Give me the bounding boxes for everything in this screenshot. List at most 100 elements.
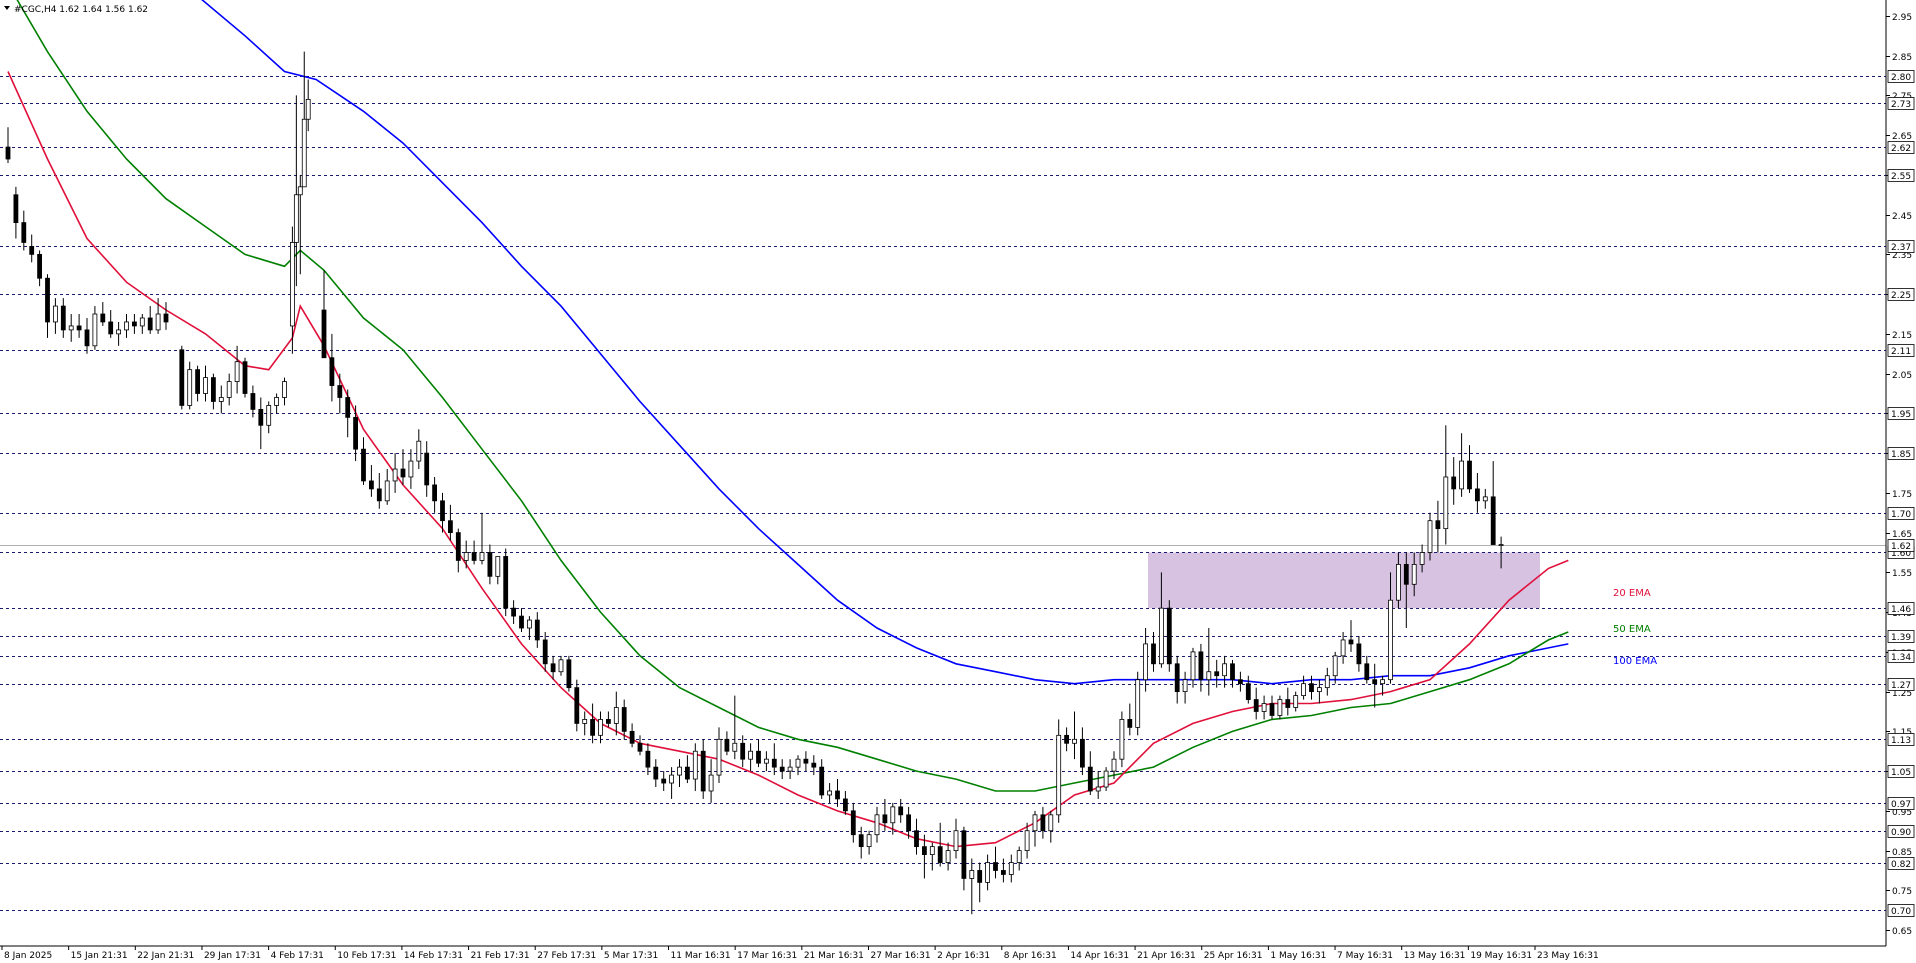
candle-body-bull (1380, 679, 1385, 685)
candle-body-bull (953, 830, 959, 852)
candle-body-bear (1245, 683, 1251, 700)
x-tick-label: 29 Jan 17:31 (204, 951, 261, 961)
candle-body-bull (1388, 599, 1393, 681)
candle-body-bull (392, 468, 398, 482)
candle-body-bull (124, 321, 129, 331)
candle-body-bear (1214, 671, 1220, 677)
x-tick-label: 17 Mar 16:31 (737, 951, 797, 961)
candle-body-bear (606, 719, 611, 724)
candle-body-bear (724, 738, 730, 752)
candle-body-bear (835, 790, 840, 800)
y-tick-label: 2.05 (1892, 371, 1912, 381)
y-tick-label: 2.95 (1892, 13, 1912, 23)
candle-body-bear (147, 317, 153, 331)
candle-body-bull (866, 834, 872, 848)
candle-body-bull (1419, 552, 1425, 565)
level-price-label: 1.85 (1891, 450, 1911, 460)
candle-body-bull (598, 719, 603, 736)
candle-body-bull (1317, 687, 1322, 693)
candle-body-bull (266, 405, 272, 426)
candle-body-bull (874, 814, 880, 836)
ema50-label: 50 EMA (1613, 624, 1651, 635)
candle-body-bear (685, 766, 690, 780)
candle-body-bull (1324, 675, 1330, 689)
candle-body-bear (432, 484, 438, 502)
candle-body-bear (1403, 564, 1409, 585)
candle-body-bear (1475, 488, 1480, 502)
candle (1119, 711, 1125, 768)
candle-body-bull (1411, 564, 1417, 585)
level-price-label: 1.27 (1891, 681, 1911, 691)
candle (1166, 600, 1172, 672)
candle-body-bear (519, 615, 524, 629)
candle-body-bear (566, 659, 572, 689)
candle-body-bull (1016, 850, 1022, 863)
candle-body-bear (76, 325, 82, 331)
candle-body-bear (1127, 719, 1133, 728)
candle-body-bear (100, 313, 106, 323)
level-price-label: 1.39 (1891, 633, 1911, 643)
candle-body-bear (447, 520, 453, 534)
candle-body-bull (1222, 663, 1227, 677)
candle-body-bull (53, 305, 58, 323)
candle-body-bull (1301, 683, 1306, 696)
candle-body-bear (629, 730, 635, 744)
candle-body-bull (708, 774, 714, 792)
x-tick-label: 19 May 16:31 (1470, 951, 1532, 961)
candle-body-bull (305, 98, 311, 120)
candle-body-bear (1467, 460, 1472, 490)
candle-body-bear (1364, 663, 1370, 681)
x-tick-label: 27 Feb 17:31 (537, 951, 596, 961)
y-tick-label: 1.65 (1892, 530, 1912, 540)
candle-body-bear (882, 814, 888, 824)
level-price-label: 1.46 (1891, 605, 1911, 615)
x-tick-label: 15 Jan 21:31 (71, 951, 128, 961)
candle-body-bull (479, 552, 485, 561)
candle-body-bear (906, 814, 911, 832)
candle-body-bear (84, 329, 90, 347)
candle-body-bull (929, 846, 935, 855)
candle-body-bull (1024, 830, 1030, 852)
candle-body-bear (329, 357, 335, 386)
candle-body-bear (914, 830, 919, 848)
candle-body-bull (748, 750, 753, 760)
candle-body-bull (289, 242, 295, 327)
candle (574, 679, 580, 732)
candle-body-bear (1309, 683, 1314, 693)
level-price-label: 1.05 (1891, 768, 1911, 778)
candle-body-bear (1040, 814, 1046, 832)
candle (1135, 671, 1141, 736)
candle-body-bull (1143, 643, 1148, 681)
candle-body-bull (677, 766, 682, 776)
y-tick-label: 1.55 (1892, 569, 1912, 579)
price-chart[interactable]: 2.952.852.752.652.552.452.352.252.152.05… (0, 0, 1916, 963)
candle-body-bear (1372, 679, 1378, 685)
candle-body-bear (368, 480, 374, 490)
candle-body-bull (1190, 651, 1196, 681)
candle-body-bull (1072, 738, 1077, 744)
x-tick-label: 22 Jan 21:31 (137, 951, 194, 961)
candle-body-bear (1490, 496, 1496, 545)
level-price-label: 2.25 (1891, 291, 1911, 301)
x-tick-label: 27 Mar 16:31 (870, 951, 930, 961)
level-price-label: 1.34 (1891, 653, 1911, 663)
candle-body-bear (250, 393, 256, 410)
candle-body-bear (1238, 679, 1243, 685)
candle-body-bear (1087, 766, 1093, 792)
candle-body-bear (440, 500, 445, 522)
candle-body-bear (574, 687, 580, 724)
candle-body-bear (131, 321, 137, 327)
candle-body-bear (21, 222, 27, 243)
candle-body-bull (795, 758, 801, 768)
candle-body-bull (1459, 460, 1464, 490)
candle-body-bull (764, 758, 769, 764)
candle-body-bear (163, 313, 169, 323)
y-tick-label: 2.45 (1892, 212, 1912, 222)
candle-body-bull (1340, 639, 1346, 657)
level-price-label: 1.13 (1891, 736, 1911, 746)
candle-body-bull (558, 659, 564, 673)
level-price-label: 2.37 (1891, 243, 1911, 253)
candle-body-bull (155, 313, 161, 331)
candle-body-bear (1001, 870, 1006, 875)
candle-body-bear (1253, 699, 1259, 712)
